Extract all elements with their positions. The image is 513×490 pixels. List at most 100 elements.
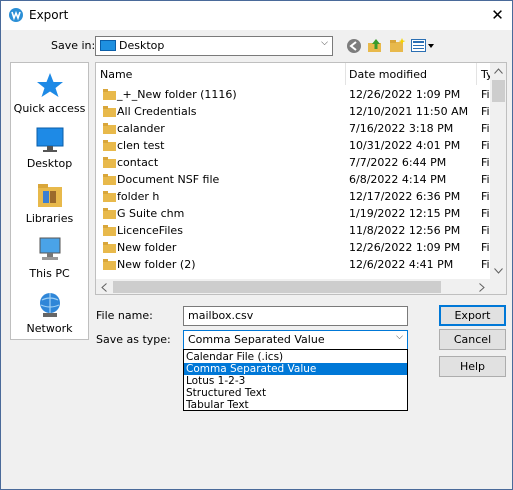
window-title: Export bbox=[29, 8, 69, 22]
type-option-selected[interactable]: Comma Separated Value bbox=[184, 363, 407, 375]
libraries-icon bbox=[38, 184, 62, 207]
list-item[interactable]: calander 7/16/2022 3:18 PM Fil bbox=[96, 120, 493, 137]
folder-icon bbox=[103, 106, 116, 117]
column-divider bbox=[476, 63, 477, 85]
list-item[interactable]: clen test 10/31/2022 4:01 PM Fil bbox=[96, 137, 493, 154]
export-button[interactable]: Export bbox=[439, 305, 506, 326]
scroll-down-arrow-icon[interactable] bbox=[494, 268, 503, 274]
save-in-combo[interactable]: Desktop ⌵ bbox=[95, 36, 333, 56]
place-this-pc[interactable]: This PC bbox=[11, 236, 88, 284]
file-date: 6/8/2022 4:14 PM bbox=[349, 173, 447, 186]
new-folder-icon[interactable] bbox=[389, 37, 406, 54]
star-icon bbox=[37, 73, 63, 97]
file-name: New folder bbox=[117, 241, 177, 254]
sort-up-icon: ⌃ bbox=[216, 62, 225, 70]
places-bar: Quick access Desktop Libraries This PC N… bbox=[10, 62, 89, 340]
back-icon[interactable] bbox=[346, 38, 362, 54]
save-in-label: Save in: bbox=[51, 39, 96, 52]
file-name: LicenceFiles bbox=[117, 224, 183, 237]
place-desktop[interactable]: Desktop bbox=[11, 126, 88, 174]
export-dialog: Export ✕ Save in: Desktop ⌵ Quick access… bbox=[0, 0, 513, 490]
list-item[interactable]: Document NSF file 6/8/2022 4:14 PM Fil bbox=[96, 171, 493, 188]
type-option[interactable]: Structured Text bbox=[184, 387, 407, 399]
place-label: Libraries bbox=[25, 212, 74, 225]
folder-icon bbox=[103, 225, 116, 236]
list-item[interactable]: G Suite chm 1/19/2022 12:15 PM Fil bbox=[96, 205, 493, 222]
place-quick-access[interactable]: Quick access bbox=[11, 71, 88, 119]
type-option[interactable]: Tabular Text bbox=[184, 399, 407, 411]
place-label: Quick access bbox=[13, 102, 86, 115]
type-option[interactable]: Lotus 1-2-3 bbox=[184, 375, 407, 387]
view-menu-icon[interactable] bbox=[411, 39, 435, 53]
chevron-down-icon: ⌵ bbox=[396, 332, 403, 342]
file-name: clen test bbox=[117, 139, 165, 152]
file-date: 7/16/2022 3:18 PM bbox=[349, 122, 454, 135]
folder-icon bbox=[103, 174, 116, 185]
folder-icon bbox=[103, 242, 116, 253]
desktop-icon bbox=[36, 127, 64, 152]
save-as-type-dropdown: Calendar File (.ics) Comma Separated Val… bbox=[183, 349, 408, 411]
list-item[interactable]: _+_New folder (1116) 12/26/2022 1:09 PM … bbox=[96, 86, 493, 103]
scroll-corner bbox=[490, 279, 506, 294]
file-name: _+_New folder (1116) bbox=[117, 88, 237, 101]
close-icon: ✕ bbox=[491, 6, 504, 24]
help-button[interactable]: Help bbox=[439, 356, 506, 377]
vertical-scrollbar[interactable] bbox=[490, 63, 506, 279]
folder-icon bbox=[103, 123, 116, 134]
file-name-value: mailbox.csv bbox=[188, 309, 254, 322]
vertical-scroll-thumb[interactable] bbox=[492, 80, 505, 102]
save-as-type-select[interactable]: Comma Separated Value ⌵ bbox=[183, 330, 408, 350]
list-item[interactable]: All Credentials 12/10/2021 11:50 AM Fil bbox=[96, 103, 493, 120]
place-libraries[interactable]: Libraries bbox=[11, 181, 88, 229]
list-item[interactable]: New folder (2) 12/6/2022 4:41 PM Fil bbox=[96, 256, 493, 273]
column-divider bbox=[345, 63, 346, 85]
place-label: Desktop bbox=[26, 157, 73, 170]
list-item[interactable]: folder h 12/17/2022 6:36 PM Fil bbox=[96, 188, 493, 205]
app-icon bbox=[9, 8, 23, 22]
place-label: This PC bbox=[29, 267, 70, 280]
file-date: 11/8/2022 12:56 PM bbox=[349, 224, 461, 237]
file-date: 1/19/2022 12:15 PM bbox=[349, 207, 461, 220]
file-name: G Suite chm bbox=[117, 207, 185, 220]
folder-icon bbox=[103, 191, 116, 202]
save-as-type-label: Save as type: bbox=[96, 333, 171, 346]
file-date: 12/10/2021 11:50 AM bbox=[349, 105, 469, 118]
title-bar: Export ✕ bbox=[1, 1, 512, 30]
file-name: Document NSF file bbox=[117, 173, 220, 186]
close-button[interactable]: ✕ bbox=[483, 1, 512, 30]
horizontal-scroll-thumb[interactable] bbox=[113, 281, 441, 293]
file-date: 12/6/2022 4:41 PM bbox=[349, 258, 454, 271]
file-date: 7/7/2022 6:44 PM bbox=[349, 156, 447, 169]
horizontal-scrollbar[interactable] bbox=[96, 279, 490, 294]
folder-icon bbox=[103, 259, 116, 270]
place-network[interactable]: Network bbox=[11, 291, 88, 339]
folder-icon bbox=[103, 89, 116, 100]
file-name: New folder (2) bbox=[117, 258, 196, 271]
file-name: contact bbox=[117, 156, 159, 169]
file-date: 10/31/2022 4:01 PM bbox=[349, 139, 461, 152]
file-name-input[interactable]: mailbox.csv bbox=[183, 306, 408, 326]
place-label: Network bbox=[26, 322, 73, 335]
computer-icon bbox=[39, 237, 61, 260]
scroll-right-arrow-icon[interactable] bbox=[479, 283, 485, 292]
cancel-button[interactable]: Cancel bbox=[439, 329, 506, 350]
list-item[interactable]: LicenceFiles 11/8/2022 12:56 PM Fil bbox=[96, 222, 493, 239]
desktop-small-icon bbox=[100, 40, 116, 51]
file-name-label: File name: bbox=[96, 309, 153, 322]
list-item[interactable]: New folder 12/26/2022 1:09 PM Fil bbox=[96, 239, 493, 256]
type-option[interactable]: Calendar File (.ics) bbox=[184, 351, 407, 363]
save-in-value: Desktop bbox=[119, 39, 165, 52]
file-name: All Credentials bbox=[117, 105, 197, 118]
file-list[interactable]: ⌃ Name Date modified Ty _+_New folder (1… bbox=[95, 62, 507, 295]
file-date: 12/26/2022 1:09 PM bbox=[349, 241, 461, 254]
file-name: calander bbox=[117, 122, 165, 135]
up-folder-icon[interactable] bbox=[367, 37, 384, 54]
file-date: 12/26/2022 1:09 PM bbox=[349, 88, 461, 101]
save-as-type-value: Comma Separated Value bbox=[188, 333, 325, 346]
list-item[interactable]: contact 7/7/2022 6:44 PM Fil bbox=[96, 154, 493, 171]
chevron-down-icon: ⌵ bbox=[321, 38, 328, 48]
network-icon bbox=[40, 293, 60, 317]
scroll-up-arrow-icon[interactable] bbox=[494, 68, 503, 74]
scroll-left-arrow-icon[interactable] bbox=[101, 283, 107, 292]
file-date: 12/17/2022 6:36 PM bbox=[349, 190, 461, 203]
